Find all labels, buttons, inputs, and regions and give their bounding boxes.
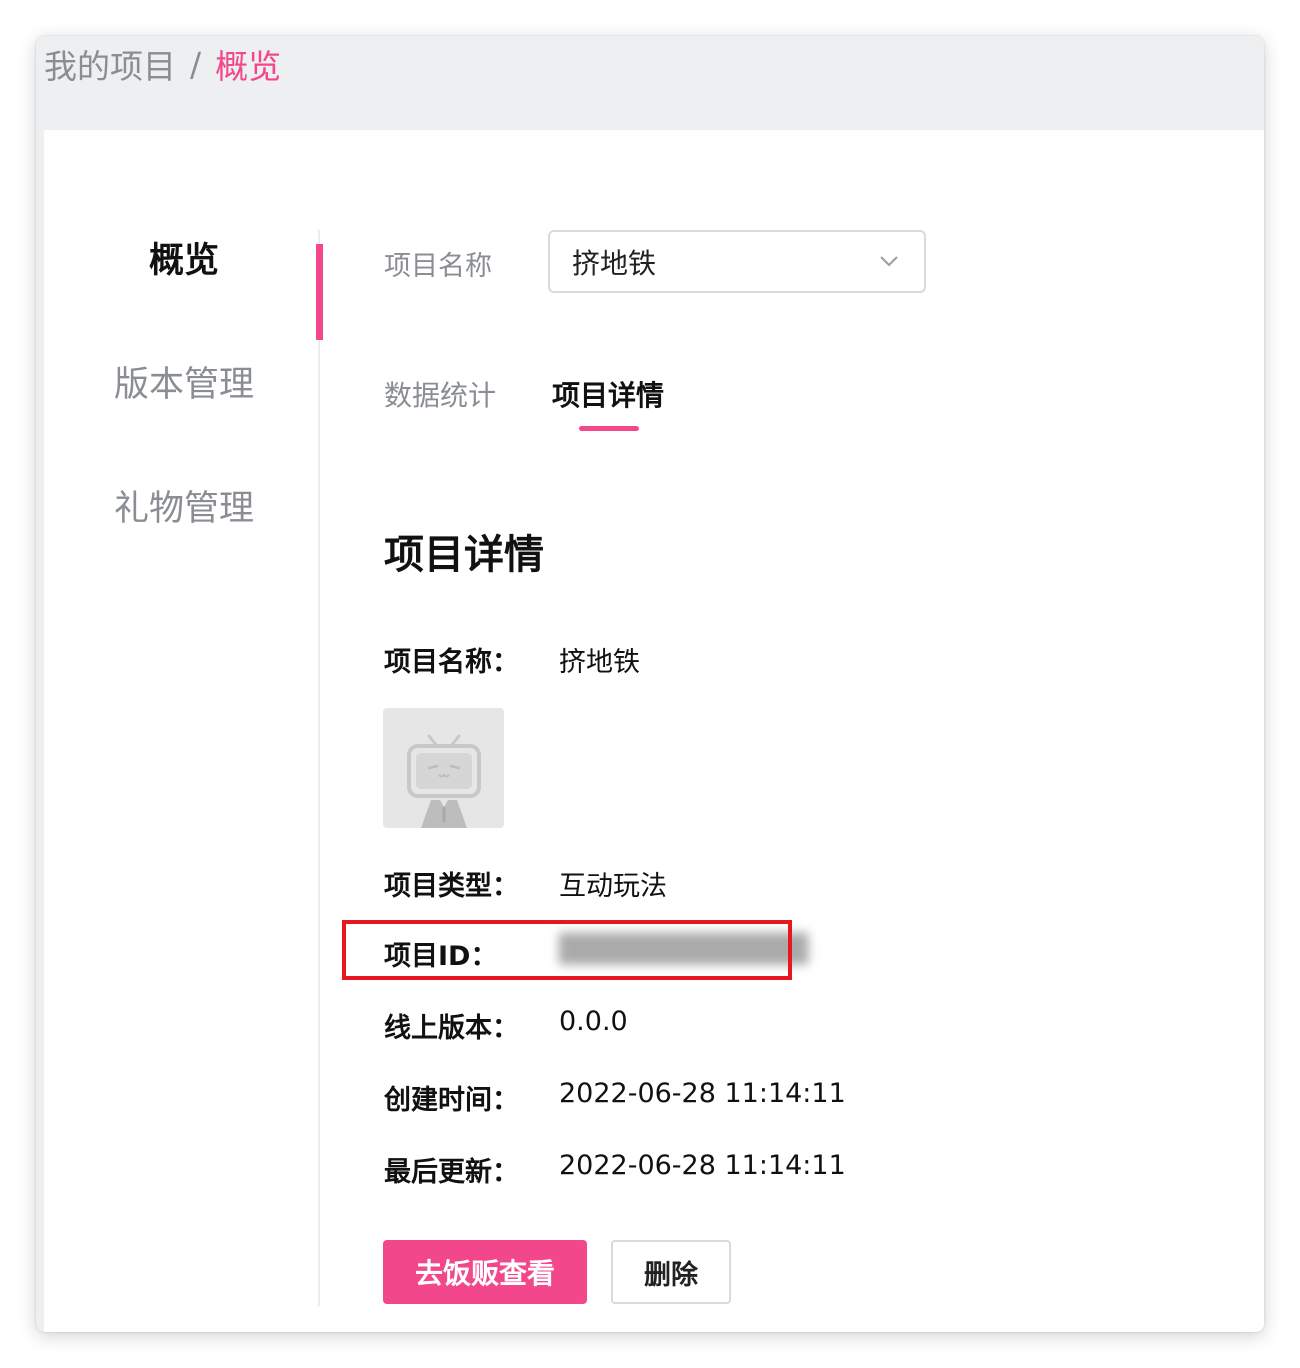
last-updated-label: 最后更新： — [384, 1157, 519, 1188]
project-name-label: 项目名称： — [384, 647, 519, 678]
chevron-down-icon — [880, 256, 898, 267]
project-select-value: 挤地铁 — [572, 246, 657, 280]
view-in-store-button[interactable]: 去饭贩查看 — [383, 1240, 587, 1304]
created-time-label: 创建时间： — [384, 1085, 519, 1116]
project-selector-label: 项目名称 — [384, 251, 492, 282]
project-type-value: 互动玩法 — [559, 871, 667, 902]
sidebar-item-gifts[interactable]: 礼物管理 — [44, 480, 324, 531]
project-cover-image — [383, 708, 504, 828]
delete-button[interactable]: 删除 — [611, 1240, 731, 1304]
tab-active-underline — [579, 426, 639, 431]
project-name-value: 挤地铁 — [559, 647, 640, 678]
online-version-value: 0.0.0 — [559, 1006, 628, 1037]
breadcrumb-parent[interactable]: 我的项目 — [44, 40, 176, 88]
bilibili-tv-placeholder-icon — [407, 734, 481, 828]
breadcrumb-separator: / — [190, 44, 202, 84]
highlight-annotation — [342, 920, 792, 980]
side-nav: 概览 版本管理 礼物管理 — [44, 130, 324, 1332]
project-select[interactable]: 挤地铁 — [548, 230, 926, 293]
sidebar-active-indicator — [316, 244, 323, 340]
project-type-label: 项目类型： — [384, 871, 519, 902]
online-version-label: 线上版本： — [384, 1013, 519, 1044]
breadcrumb-current: 概览 — [215, 47, 282, 86]
app-window: 我的项目 / 概览 概览 版本管理 礼物管理 项目名称 挤地铁 数据统计 项目详… — [36, 36, 1264, 1332]
sidebar-item-versions[interactable]: 版本管理 — [44, 356, 324, 407]
nav-divider — [318, 230, 320, 1306]
tab-data-stats[interactable]: 数据统计 — [384, 374, 496, 414]
content-card: 概览 版本管理 礼物管理 项目名称 挤地铁 数据统计 项目详情 项目详情 项目名… — [44, 130, 1264, 1332]
breadcrumb: 我的项目 / 概览 — [44, 40, 282, 88]
last-updated-value: 2022-06-28 11:14:11 — [559, 1150, 846, 1181]
section-title: 项目详情 — [384, 532, 544, 578]
created-time-value: 2022-06-28 11:14:11 — [559, 1078, 846, 1109]
sidebar-item-overview[interactable]: 概览 — [44, 232, 324, 283]
tab-project-details[interactable]: 项目详情 — [552, 374, 664, 414]
